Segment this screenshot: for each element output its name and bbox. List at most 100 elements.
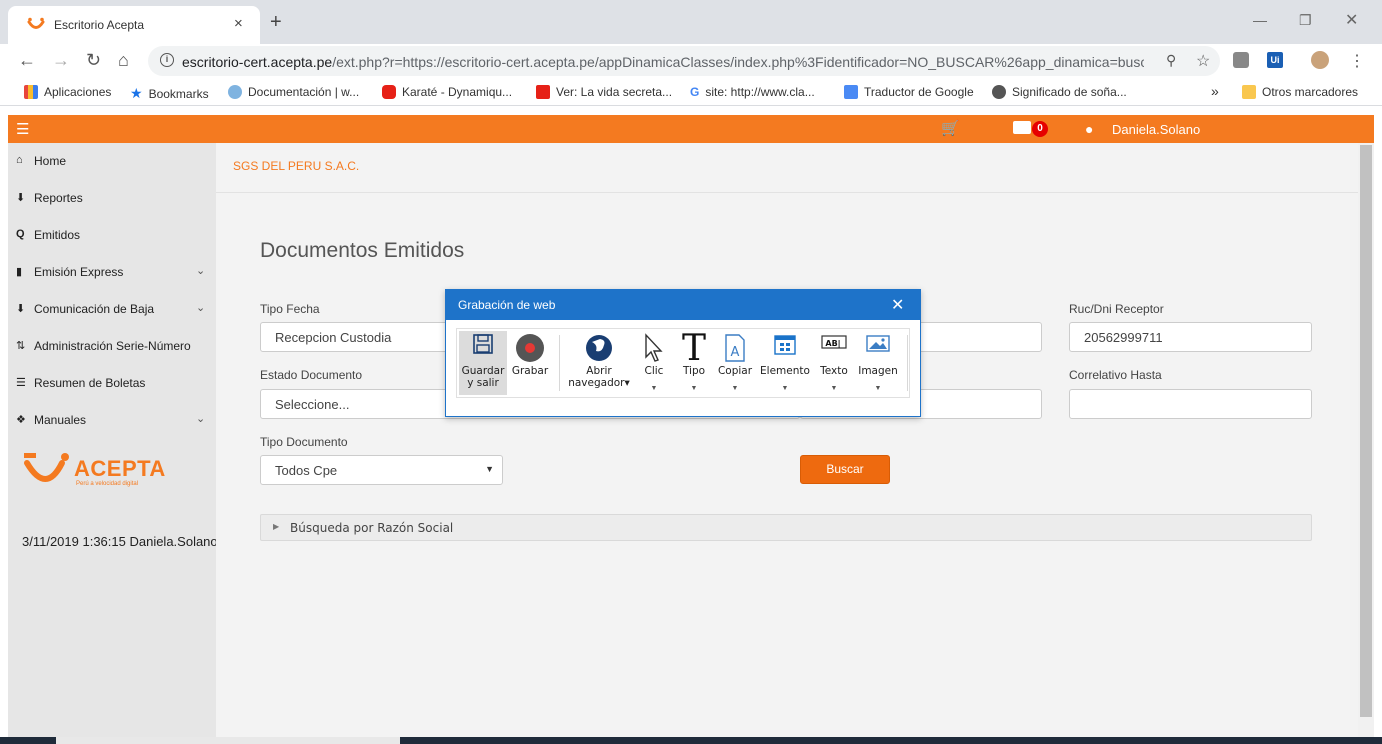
record-icon (516, 334, 544, 362)
uipath-extension-icon[interactable]: Ui (1267, 52, 1283, 68)
bookmark-vida-secreta[interactable]: Ver: La vida secreta... (536, 85, 672, 99)
cursor-icon (645, 333, 663, 362)
page-scrollbar[interactable] (1358, 143, 1374, 737)
minimize-icon[interactable]: — (1253, 12, 1267, 28)
apps-grid-icon (24, 85, 38, 99)
sidebar-item-resumen-boletas[interactable]: ☰ Resumen de Boletas (8, 367, 216, 397)
sidebar-item-reportes[interactable]: ⬇ Reportes (8, 182, 216, 212)
tool-label: Copiar (717, 365, 753, 377)
back-icon[interactable]: ← (18, 51, 36, 69)
dropdown-caret-icon: ▼ (781, 385, 789, 392)
home-browser-icon[interactable]: ⌂ (118, 51, 129, 69)
acepta-logo: ACEPTA Perú a velocidad digital (22, 451, 165, 491)
bookmark-apps[interactable]: Aplicaciones (24, 85, 111, 99)
image-icon (866, 335, 890, 352)
tool-label: Grabar (511, 365, 549, 377)
recorder-toolbar: Guardar y salir Grabar Abrir navegador▾ Cl… (456, 328, 910, 398)
tipo-documento-select[interactable]: Todos Cpe ▼ (260, 455, 503, 485)
record-button[interactable]: Grabar (509, 331, 551, 395)
restore-icon[interactable]: ❐ (1299, 12, 1312, 29)
svg-text:A: A (731, 345, 740, 360)
dialog-close-icon[interactable]: ✕ (891, 295, 904, 315)
sidebar-item-label: Emisión Express (34, 265, 124, 279)
bookmark-label: Karaté - Dynamiqu... (402, 85, 513, 99)
url-text[interactable]: escritorio-cert.acepta.pe/ext.php?r=http… (182, 54, 1144, 70)
bookmark-site[interactable]: Gsite: http://www.cla... (690, 85, 815, 99)
chevron-down-icon: ⌄ (196, 302, 206, 314)
cart-icon[interactable]: 🛒 (941, 119, 960, 137)
profile-avatar[interactable] (1311, 51, 1329, 69)
accordion-label: Búsqueda por Razón Social (290, 521, 454, 535)
translate-icon (844, 85, 858, 99)
main-content: SGS DEL PERU S.A.C. Documentos Emitidos … (216, 143, 1358, 737)
text-field-icon: AB| (821, 335, 847, 349)
extension-icon[interactable] (1233, 52, 1249, 68)
sidebar-item-manuales[interactable]: ❖ Manuales ⌄ (8, 404, 216, 434)
browser-toolbar: ← → ↻ ⌂ i escritorio-cert.acepta.pe/ext.… (0, 44, 1382, 78)
window-close-icon[interactable]: ✕ (1345, 10, 1358, 30)
sidebar-item-comunicacion-baja[interactable]: ⬇ Comunicación de Baja ⌄ (8, 293, 216, 323)
browser-tabstrip: Escritorio Acepta × + — ❐ ✕ (0, 0, 1382, 44)
bookmark-bookmarks[interactable]: ★ Bookmarks (130, 85, 209, 102)
correlativo-hasta-input[interactable] (1069, 389, 1312, 419)
sidebar-item-administracion[interactable]: ⇅ Administración Serie-Número (8, 330, 216, 360)
user-menu[interactable]: Daniela.Solano (1112, 122, 1200, 137)
image-button[interactable]: Imagen ▼ (855, 331, 901, 395)
star-icon[interactable]: ☆ (1196, 51, 1210, 71)
url-path: /ext.php?r=https://escritorio-cert.acept… (332, 54, 1144, 70)
type-button[interactable]: T Tipo ▼ (677, 331, 711, 395)
bookmark-significado[interactable]: Significado de soña... (992, 85, 1127, 99)
save-exit-button[interactable]: Guardar y salir (459, 331, 507, 395)
bookmark-label: Otros marcadores (1262, 85, 1359, 99)
dropdown-caret-icon: ▼ (830, 385, 838, 392)
sidebar-item-emitidos[interactable]: Q Emitidos (8, 219, 216, 249)
bookmark-label: site: http://www.cla... (705, 85, 815, 99)
bookmarks-overflow-icon[interactable]: » (1211, 83, 1219, 99)
tab-title: Escritorio Acepta (54, 18, 145, 32)
buscar-button[interactable]: Buscar (800, 455, 890, 484)
ruc-receptor-input[interactable]: 20562999711 (1069, 322, 1312, 352)
site-info-icon[interactable]: i (160, 53, 174, 67)
select-arrow-icon: ▼ (485, 464, 494, 474)
search-icon: Q (16, 228, 25, 240)
dropdown-caret-icon: ▼ (874, 385, 882, 392)
chevron-down-icon: ⌄ (196, 265, 206, 277)
header-divider (216, 192, 1358, 193)
tab-close-icon[interactable]: × (234, 15, 243, 32)
text-type-icon: T (681, 328, 707, 369)
busqueda-razon-social-accordion[interactable]: ▶ Búsqueda por Razón Social (260, 514, 1312, 541)
menu-icon[interactable]: ⋮ (1349, 51, 1365, 71)
bookmark-karate[interactable]: Karaté - Dynamiqu... (382, 85, 512, 99)
open-browser-button[interactable]: Abrir navegador▾ (567, 331, 631, 395)
bookmark-translate[interactable]: Traductor de Google (844, 85, 974, 99)
svg-text:AB|: AB| (825, 339, 840, 348)
sidebar-item-label: Home (34, 154, 67, 168)
click-button[interactable]: Clic ▼ (635, 331, 673, 395)
bookmark-documentacion[interactable]: Documentación | w... (228, 85, 359, 99)
element-button[interactable]: Elemento ▼ (757, 331, 813, 395)
correlativo-hasta-label: Correlativo Hasta (1069, 368, 1162, 382)
other-bookmarks[interactable]: Otros marcadores (1242, 85, 1358, 99)
browser-tab[interactable]: Escritorio Acepta × (8, 6, 260, 44)
dialog-title: Grabación de web (458, 298, 556, 312)
address-bar[interactable]: i escritorio-cert.acepta.pe/ext.php?r=ht… (148, 46, 1220, 76)
text-button[interactable]: AB| Texto ▼ (815, 331, 853, 395)
taskbar-search[interactable] (56, 737, 400, 744)
forward-icon[interactable]: → (52, 51, 70, 69)
ruc-receptor-label: Ruc/Dni Receptor (1069, 302, 1164, 316)
copy-button[interactable]: A Copiar ▼ (715, 331, 755, 395)
zoom-icon[interactable]: ⚲ (1166, 52, 1176, 69)
logo-wordmark: ACEPTA (74, 456, 166, 481)
sidebar-item-emision-express[interactable]: ▮ Emisión Express ⌄ (8, 256, 216, 286)
sidebar-item-home[interactable]: ⌂ Home (8, 145, 216, 175)
sidebar-item-label: Comunicación de Baja (34, 302, 155, 316)
hamburger-menu-icon[interactable]: ☰ (16, 120, 29, 138)
reload-icon[interactable]: ↻ (86, 51, 101, 69)
sidebar-item-label: Administración Serie-Número (34, 339, 191, 353)
scrollbar-thumb[interactable] (1360, 145, 1372, 717)
new-tab-button[interactable]: + (270, 12, 282, 32)
bookmark-label: Documentación | w... (248, 85, 360, 99)
mail-icon[interactable] (1013, 121, 1031, 134)
dropdown-caret-icon: ▼ (690, 385, 698, 392)
logo-tagline: Perú a velocidad digital (76, 481, 139, 487)
